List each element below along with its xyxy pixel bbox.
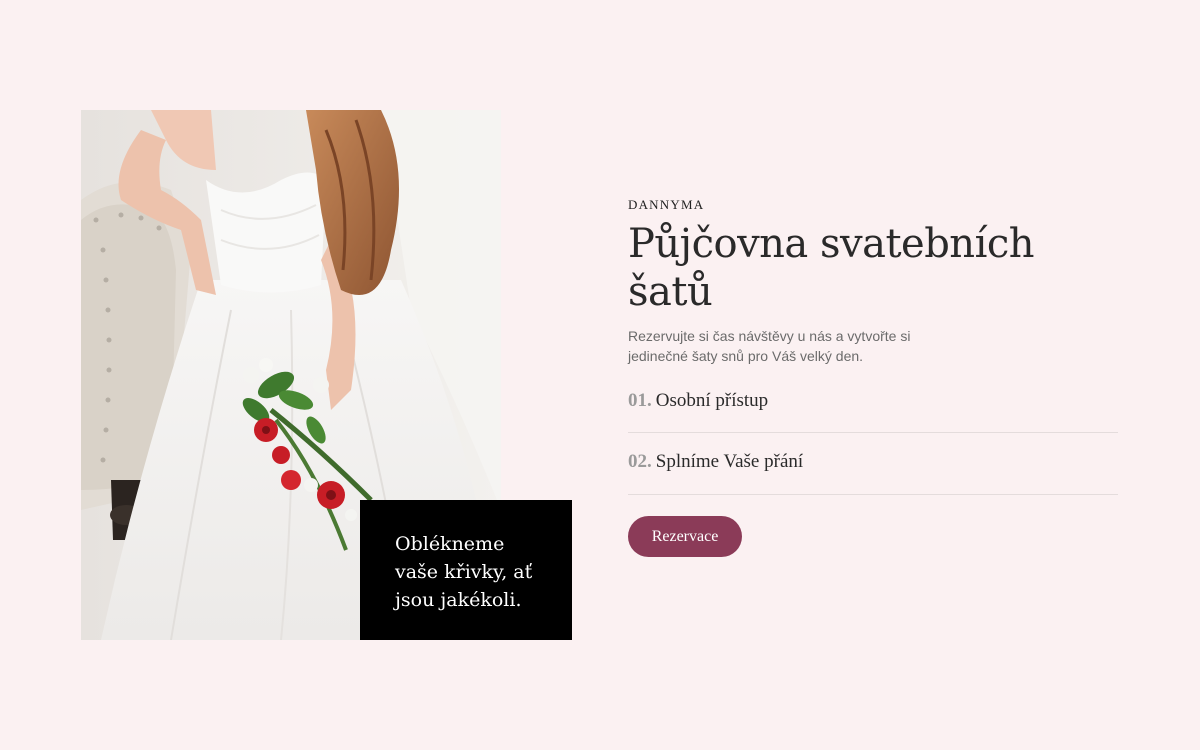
feature-label: Osobní přístup [655,390,769,411]
page-title: Půjčovna svatebních šatů [628,221,1035,315]
page: Oblékneme vaše křivky, ať jsou jakékoli.… [0,0,1200,750]
feature-item-wishes: 02. Splníme Vaše přání [628,433,1118,495]
feature-label: Splníme Vaše přání [655,451,804,472]
page-subtitle: Rezervujte si čas návštěvy u nás a vytvo… [628,328,911,364]
feature-number: 01. [628,390,652,411]
reserve-button[interactable]: Rezervace [628,516,742,557]
quote-text: Oblékneme vaše křivky, ať jsou jakékoli. [395,533,533,611]
quote-box: Oblékneme vaše křivky, ať jsou jakékoli. [360,500,572,640]
feature-number: 02. [628,451,652,472]
content-column: DANNYMA Půjčovna svatebních šatů Rezervu… [628,196,1118,557]
feature-item-personal-approach: 01. Osobní přístup [628,372,1118,433]
brand-label: DANNYMA [628,197,705,212]
